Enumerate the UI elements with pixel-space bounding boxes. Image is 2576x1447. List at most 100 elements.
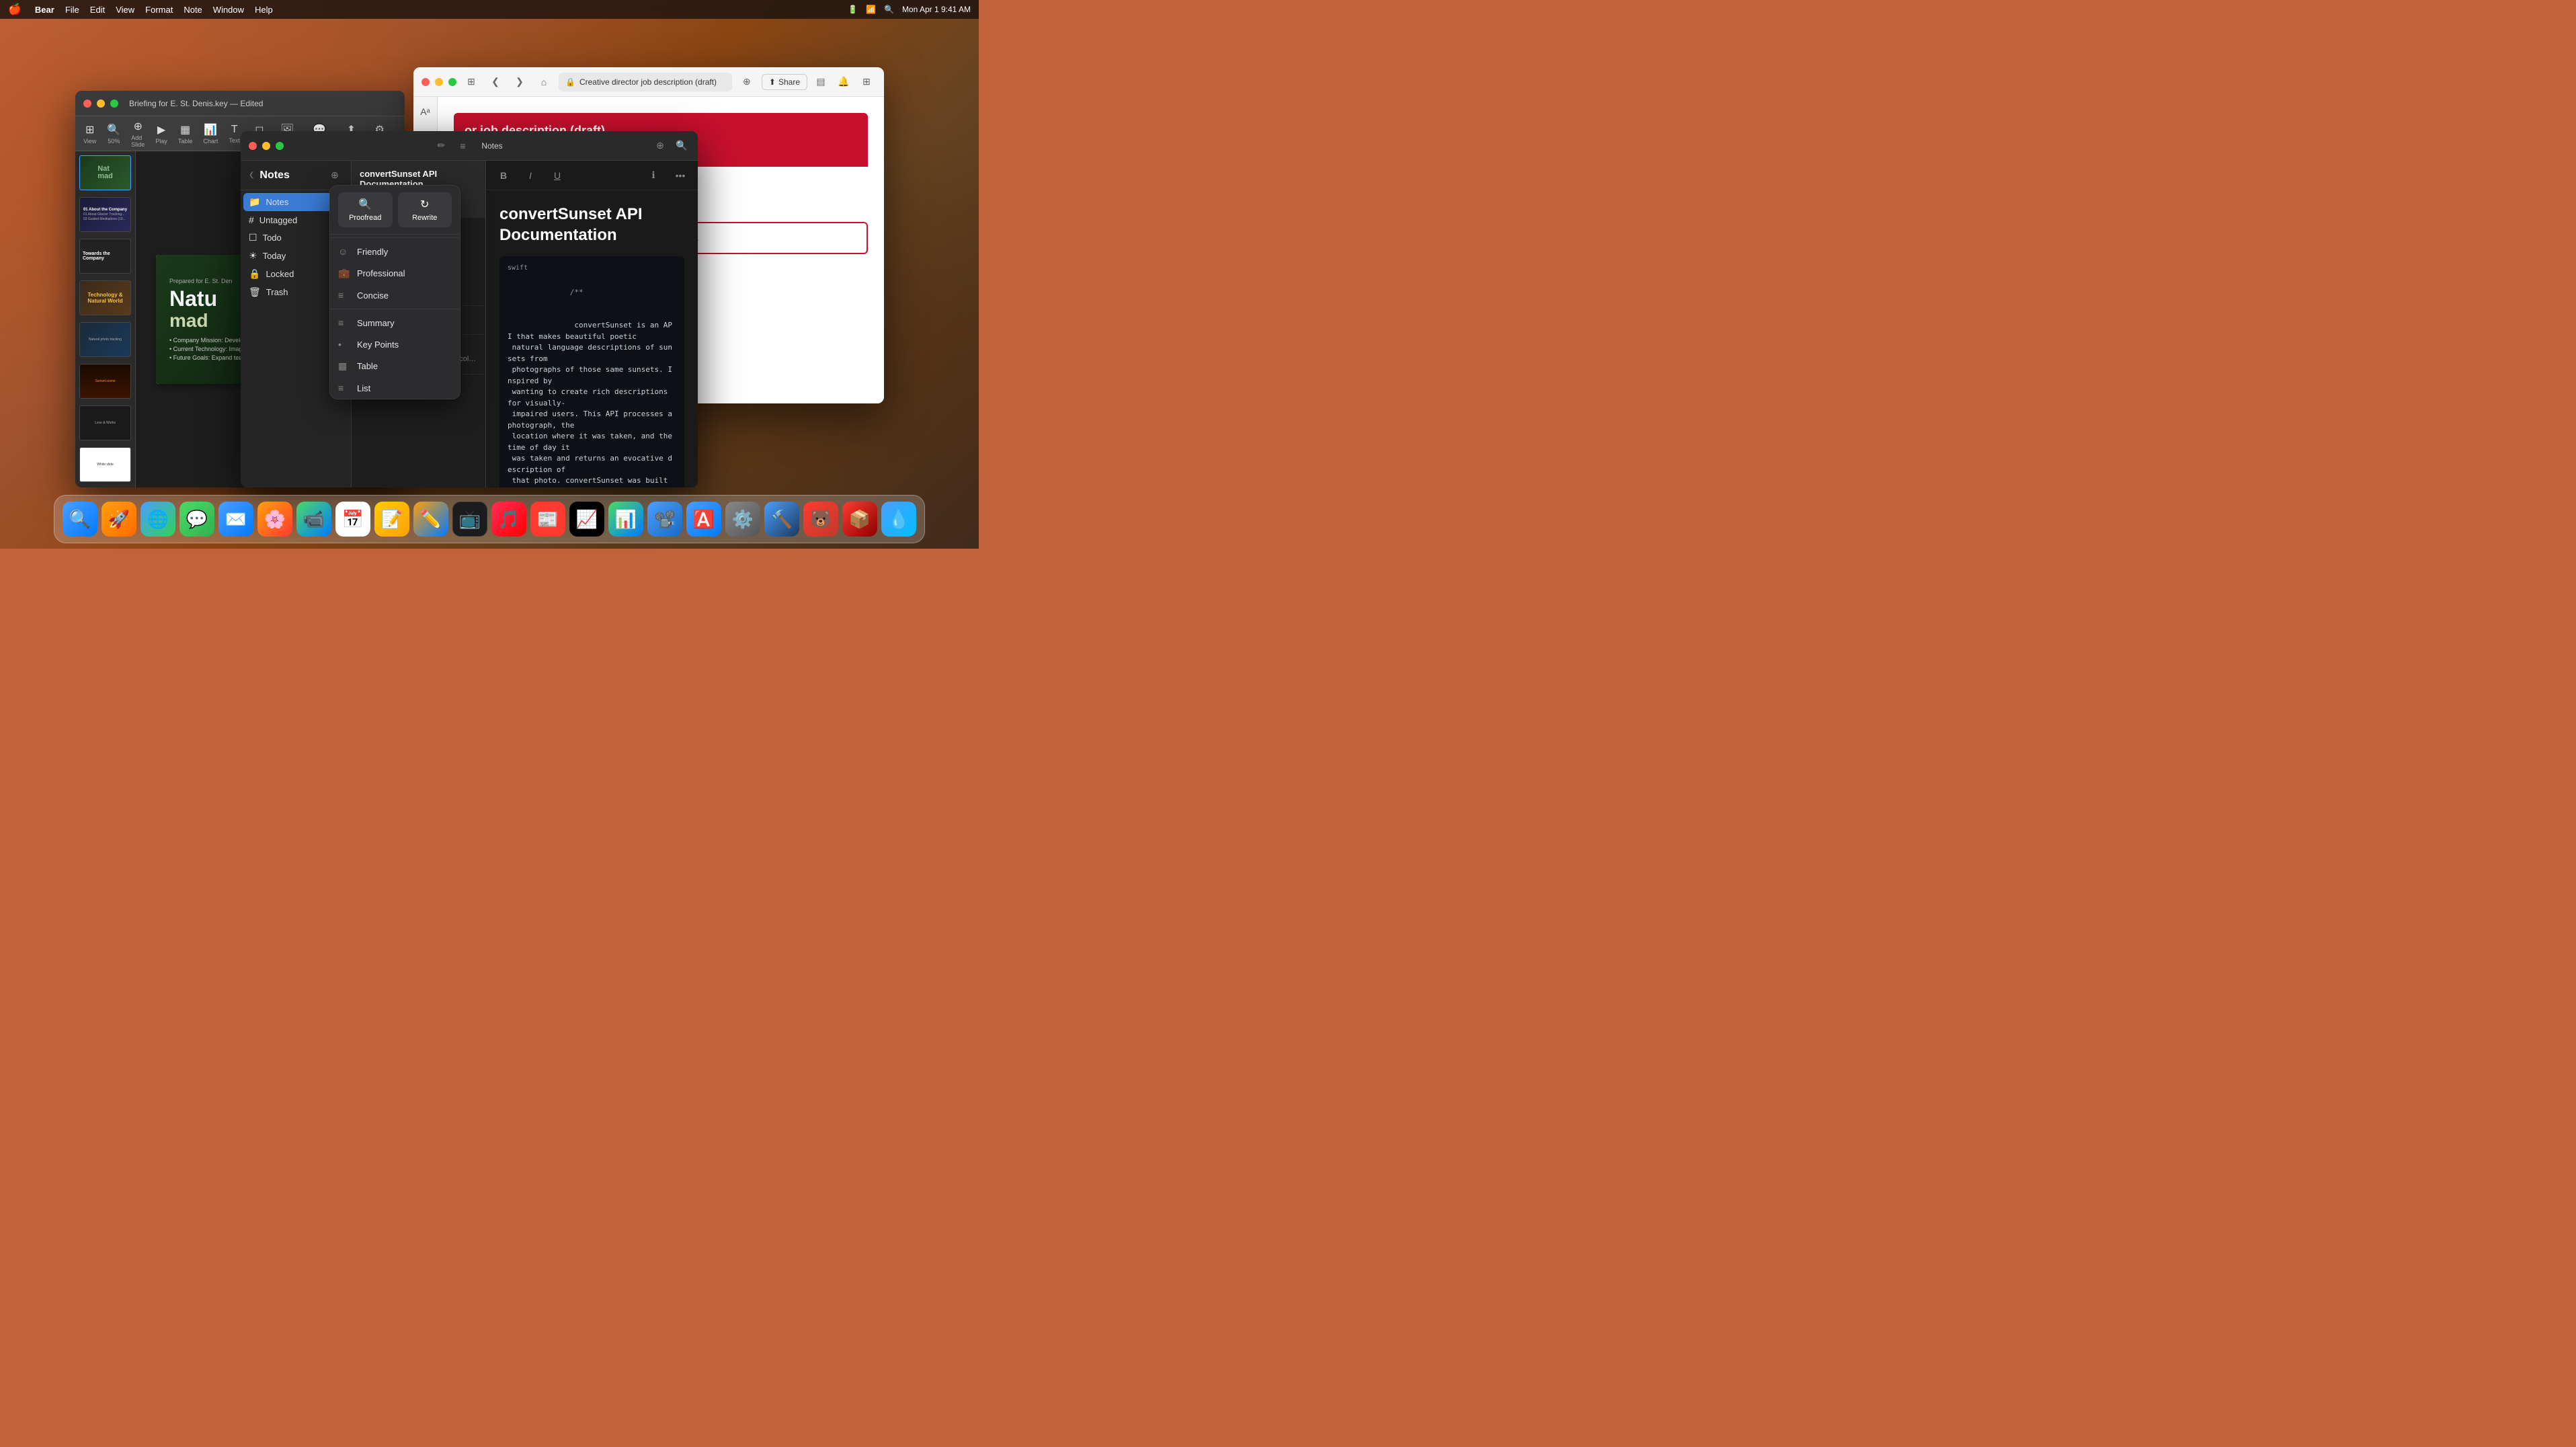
home-button[interactable]: ⌂ <box>534 73 553 91</box>
dock-calendar[interactable]: 📅 <box>335 502 370 537</box>
menu-format[interactable]: Format <box>145 5 173 15</box>
safari-zoom-button[interactable] <box>448 78 456 86</box>
wifi-indicator: 📶 <box>866 5 876 14</box>
menu-edit[interactable]: Edit <box>90 5 105 15</box>
dock-appstore[interactable]: 🅰️ <box>686 502 721 537</box>
menu-item-professional[interactable]: 💼 Professional <box>330 262 460 284</box>
sidebar-toggle-btn[interactable]: ⊞ <box>462 73 481 91</box>
slide-thumb-7[interactable]: Love & Works <box>79 405 131 440</box>
slide-thumb-content-2: 01 About the Company 01 About Glacier Tr… <box>81 205 130 225</box>
keynote-slide-panel[interactable]: Natmad 01 About the Company 01 About Gla… <box>75 151 136 487</box>
menu-app-name[interactable]: Bear <box>35 5 54 15</box>
friendly-label: Friendly <box>357 247 388 257</box>
forward-button[interactable]: ❯ <box>510 73 529 91</box>
slide-thumb-3[interactable]: Towards the Company <box>79 239 131 274</box>
list-label: List <box>357 383 370 393</box>
share-button[interactable]: ⬆ Share <box>762 74 807 90</box>
dock-photos[interactable]: 🌸 <box>257 502 292 537</box>
menu-item-friendly[interactable]: ☺ Friendly <box>330 241 460 262</box>
notes-zoom-button[interactable] <box>276 142 284 150</box>
dock-keynote[interactable]: 📽️ <box>647 502 682 537</box>
dock-xcode[interactable]: 🔨 <box>764 502 799 537</box>
minimize-button[interactable] <box>97 100 105 108</box>
dock-facetime[interactable]: 📹 <box>296 502 331 537</box>
dock-safari[interactable]: 🌐 <box>140 502 175 537</box>
menu-item-table[interactable]: ▦ Table <box>330 355 460 377</box>
close-button[interactable] <box>83 100 91 108</box>
toolbar-play[interactable]: ▶ Play <box>155 123 167 145</box>
safari-close-button[interactable] <box>421 78 430 86</box>
menu-item-summary[interactable]: ≡ Summary <box>330 312 460 334</box>
safari-minimize-button[interactable] <box>435 78 443 86</box>
dock-stocks[interactable]: 📈 <box>569 502 604 537</box>
dock-appletv[interactable]: 📺 <box>452 502 487 537</box>
dock-freeform[interactable]: ✏️ <box>413 502 448 537</box>
dock-pockity[interactable]: 📦 <box>842 502 877 537</box>
bold-button[interactable]: B <box>494 166 513 185</box>
search-icon[interactable]: 🔍 <box>884 5 894 14</box>
proofread-button[interactable]: 🔍 Proofread <box>338 192 393 227</box>
table-icon: ▦ <box>180 123 190 136</box>
dock-music[interactable]: 🎵 <box>491 502 526 537</box>
info-icon[interactable]: ℹ <box>644 166 663 185</box>
notes-search-icon[interactable]: 🔍 <box>674 138 690 154</box>
dock-messages[interactable]: 💬 <box>179 502 214 537</box>
menu-item-list[interactable]: ≡ List <box>330 377 460 399</box>
slide-thumb-1[interactable]: Natmad <box>79 155 131 190</box>
lock-icon: 🔒 <box>249 268 260 280</box>
underline-button[interactable]: U <box>548 166 567 185</box>
notification-button[interactable]: 🔔 <box>834 73 853 91</box>
menu-note[interactable]: Note <box>184 5 202 15</box>
url-bar[interactable]: 🔒 Creative director job description (dra… <box>559 73 732 91</box>
slide-thumb-4[interactable]: Technology &Natural World <box>79 280 131 315</box>
notes-compose-icon[interactable]: ⊕ <box>652 138 668 154</box>
back-chevron[interactable]: ❮ <box>249 171 254 179</box>
slide-thumb-6[interactable]: Sunset scene <box>79 364 131 399</box>
dock-notes[interactable]: 📝 <box>374 502 409 537</box>
zoom-label: 50% <box>108 138 120 145</box>
toolbar-add-slide[interactable]: ⊕ Add Slide <box>131 120 145 148</box>
toolbar-table[interactable]: ▦ Table <box>178 123 193 145</box>
more-options-icon[interactable]: ••• <box>671 166 690 185</box>
slide-thumb-content-1: Natmad <box>80 156 130 190</box>
rewrite-button[interactable]: ↻ Rewrite <box>398 192 452 227</box>
notes-minimize-button[interactable] <box>262 142 270 150</box>
dock-aqua[interactable]: 💧 <box>881 502 916 537</box>
slide-thumb-5[interactable]: Natural photo tracking <box>79 322 131 357</box>
back-button[interactable]: ❮ <box>486 73 505 91</box>
menu-file[interactable]: File <box>65 5 79 15</box>
italic-button[interactable]: I <box>521 166 540 185</box>
dock-launchpad[interactable]: 🚀 <box>102 502 136 537</box>
toolbar-view[interactable]: ⊞ View <box>83 123 96 145</box>
dock-news[interactable]: 📰 <box>530 502 565 537</box>
systemprefs-icon: ⚙️ <box>732 509 754 530</box>
reader-view-button[interactable]: ▤ <box>811 73 830 91</box>
finder-icon: 🔍 <box>69 509 91 530</box>
dock-numbers[interactable]: 📊 <box>608 502 643 537</box>
dock-finder[interactable]: 🔍 <box>63 502 97 537</box>
zoom-button[interactable] <box>110 100 118 108</box>
trash-icon: 🗑 <box>249 286 261 298</box>
notes-add-icon[interactable]: ⊕ <box>327 167 343 184</box>
menu-item-key-points[interactable]: • Key Points <box>330 334 460 355</box>
slide-thumb-2[interactable]: 01 About the Company 01 About Glacier Tr… <box>79 197 131 232</box>
add-slide-icon: ⊕ <box>134 120 143 133</box>
dock-mail[interactable]: ✉️ <box>218 502 253 537</box>
appletv-icon: 📺 <box>459 509 481 530</box>
slide-thumb-8[interactable]: White slide <box>79 447 131 482</box>
menu-window[interactable]: Window <box>213 5 244 15</box>
sidebar-format-icon[interactable]: Aᵃ <box>416 102 435 121</box>
dock-bear[interactable]: 🐻 <box>803 502 838 537</box>
notes-close-button[interactable] <box>249 142 257 150</box>
toolbar-chart[interactable]: 📊 Chart <box>203 123 218 145</box>
apple-menu[interactable]: 🍎 <box>8 3 22 16</box>
menu-item-concise[interactable]: ≡ Concise <box>330 284 460 306</box>
dock-systemprefs[interactable]: ⚙️ <box>725 502 760 537</box>
toolbar-text[interactable]: T Text <box>229 124 240 144</box>
menu-view[interactable]: View <box>116 5 134 15</box>
menu-help[interactable]: Help <box>255 5 273 15</box>
new-tab-button[interactable]: ⊕ <box>737 73 756 91</box>
toolbar-zoom[interactable]: 🔍 50% <box>107 123 120 145</box>
news-icon: 📰 <box>537 509 559 530</box>
tabs-button[interactable]: ⊞ <box>857 73 876 91</box>
